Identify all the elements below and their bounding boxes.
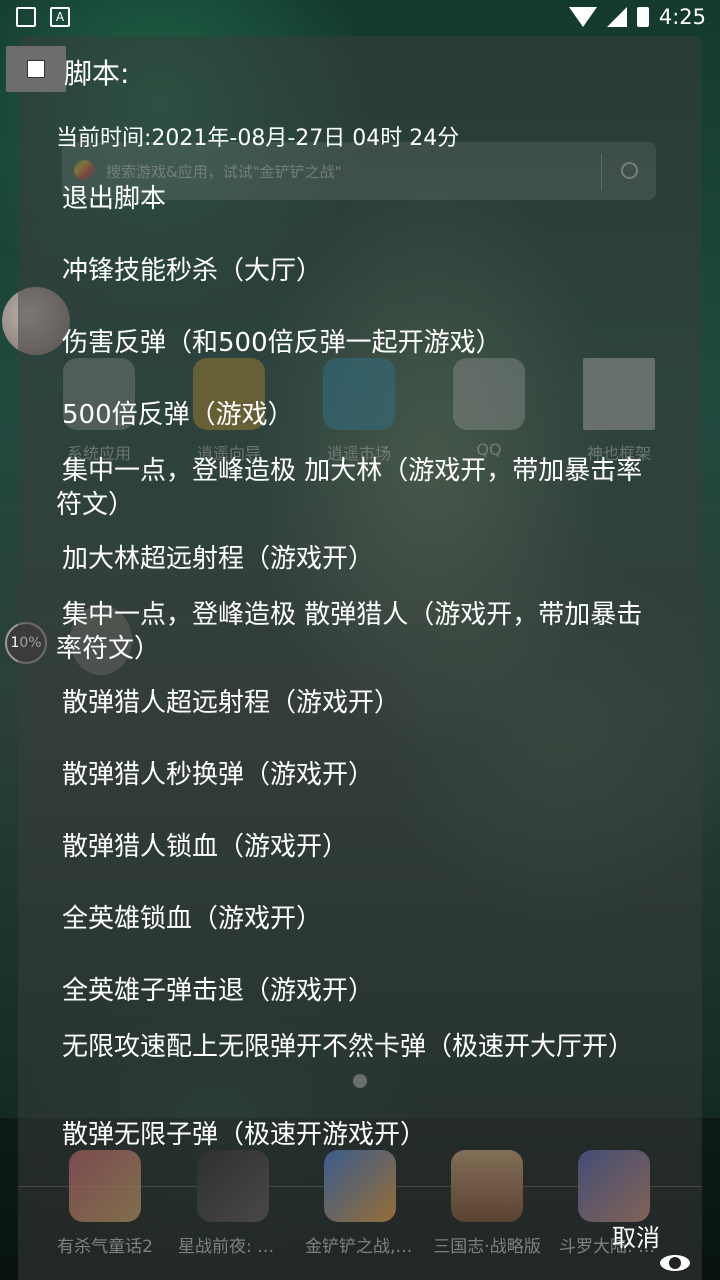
- menu-item[interactable]: 散弹猎人超远射程（游戏开）: [62, 686, 662, 720]
- menu-item[interactable]: 全英雄子弹击退（游戏开）: [62, 974, 662, 1008]
- eye-icon[interactable]: [660, 1255, 690, 1271]
- menu-item-exit[interactable]: 退出脚本: [62, 182, 662, 216]
- checkbox-square-icon: [27, 60, 45, 78]
- cancel-button[interactable]: 取消: [612, 1218, 660, 1253]
- battery-icon: [636, 7, 649, 27]
- image-notification-icon: [16, 7, 36, 27]
- menu-item[interactable]: 加大林超远射程（游戏开）: [62, 542, 662, 576]
- signal-icon: [606, 7, 627, 27]
- menu-item[interactable]: 伤害反弹（和500倍反弹一起开游戏）: [62, 326, 662, 360]
- text-notification-icon: A: [50, 7, 70, 27]
- menu-item[interactable]: 全英雄锁血（游戏开）: [62, 902, 662, 936]
- menu-item[interactable]: 500倍反弹（游戏）: [62, 398, 662, 432]
- menu-item[interactable]: 集中一点，登峰造极 加大林（游戏开，带加暴击率符文）: [56, 454, 666, 522]
- dialog-toggle-checkbox[interactable]: [6, 46, 66, 92]
- menu-item[interactable]: 散弹猎人秒换弹（游戏开）: [62, 758, 662, 792]
- status-time: 4:25: [658, 5, 706, 29]
- wifi-icon: [568, 7, 597, 27]
- current-time: 当前时间:2021年-08月-27日 04时 24分: [56, 126, 460, 151]
- menu-item[interactable]: 散弹无限子弹（极速开游戏开）: [62, 1118, 662, 1152]
- menu-item[interactable]: 无限攻速配上无限弹开不然卡弹（极速开大厅开）: [56, 1030, 666, 1064]
- status-bar: A 4:25: [0, 0, 720, 36]
- menu-item[interactable]: 集中一点，登峰造极 散弹猎人（游戏开，带加暴击率符文）: [56, 598, 666, 666]
- menu-item[interactable]: 冲锋技能秒杀（大厅）: [62, 254, 662, 288]
- menu-item[interactable]: 散弹猎人锁血（游戏开）: [62, 830, 662, 864]
- dialog-title: 脚本:: [64, 57, 130, 90]
